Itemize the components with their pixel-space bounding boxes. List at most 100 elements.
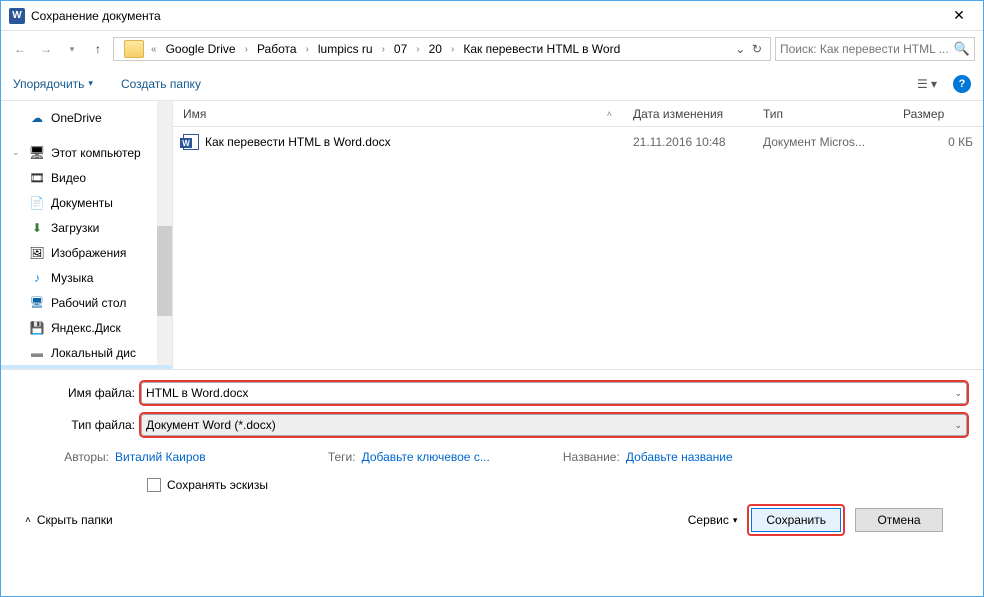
sidebar-item[interactable]: Видео: [1, 165, 172, 190]
sidebar-item[interactable]: Изображения: [1, 240, 172, 265]
folder-icon: [124, 40, 144, 58]
breadcrumb-seg[interactable]: Google Drive: [162, 40, 240, 58]
sidebar-item-label: Загрузки: [51, 221, 99, 235]
column-size[interactable]: Размер: [893, 101, 983, 126]
service-menu[interactable]: Сервис▾: [688, 513, 738, 527]
file-list: Имя˄ Дата изменения Тип Размер Как перев…: [173, 101, 983, 369]
titlebar: W Сохранение документа ✕: [1, 1, 983, 31]
filename-input[interactable]: [146, 386, 950, 400]
sidebar-item[interactable]: Локальный дис: [1, 365, 172, 369]
breadcrumb-bar[interactable]: « Google Drive › Работа › lumpics ru › 0…: [113, 37, 771, 61]
chevron-icon: ›: [413, 44, 422, 55]
yad-icon: [29, 320, 45, 336]
sidebar-item-label: Яндекс.Диск: [51, 321, 121, 335]
docs-icon: [29, 195, 45, 211]
doc-title-label: Название:: [560, 450, 620, 464]
toolbar: Упорядочить▾ Создать папку ☰ ▾ ?: [1, 67, 983, 101]
bottom-form: Имя файла: ⌄ Тип файла: Документ Word (*…: [1, 369, 983, 550]
breadcrumb-seg[interactable]: lumpics ru: [314, 40, 377, 58]
sidebar-item[interactable]: Документы: [1, 190, 172, 215]
img-icon: [29, 245, 45, 261]
search-box[interactable]: 🔍: [775, 37, 975, 61]
filename-field[interactable]: ⌄: [141, 382, 967, 404]
sidebar-item-label: Локальный дис: [51, 346, 136, 360]
dl-icon: [29, 220, 45, 236]
breadcrumb-seg[interactable]: Работа: [253, 40, 301, 58]
organize-button[interactable]: Упорядочить▾: [13, 77, 93, 91]
new-folder-button[interactable]: Создать папку: [121, 77, 201, 91]
up-button[interactable]: ↑: [87, 38, 109, 60]
sidebar-item-label: Музыка: [51, 271, 93, 285]
onedrive-icon: [29, 110, 45, 126]
close-button[interactable]: ✕: [939, 2, 979, 30]
breadcrumb-seg[interactable]: Как перевести HTML в Word: [459, 40, 624, 58]
column-date[interactable]: Дата изменения: [623, 101, 753, 126]
file-date: 21.11.2016 10:48: [623, 135, 753, 149]
hide-folders-button[interactable]: ˄ Скрыть папки: [25, 513, 113, 527]
video-icon: [29, 170, 45, 186]
file-name: Как перевести HTML в Word.docx: [205, 135, 391, 149]
filetype-field[interactable]: Документ Word (*.docx)⌄: [141, 414, 967, 436]
sidebar-item[interactable]: OneDrive: [1, 105, 172, 130]
chevron-icon: ›: [448, 44, 457, 55]
word-app-icon: W: [9, 8, 25, 24]
chevron-icon: ›: [303, 44, 312, 55]
sidebar-item-label: Изображения: [51, 246, 126, 260]
filename-label: Имя файла:: [1, 386, 141, 400]
authors-value[interactable]: Виталий Каиров: [115, 450, 206, 464]
sidebar-item-label: Документы: [51, 196, 113, 210]
music-icon: [29, 270, 45, 286]
pc-icon: [29, 145, 45, 161]
sidebar-item-label: Рабочий стол: [51, 296, 126, 310]
chevron-down-icon[interactable]: ⌄: [950, 388, 962, 399]
chevron-up-icon: ˄: [25, 515, 31, 526]
breadcrumb-seg[interactable]: 20: [425, 40, 446, 58]
column-name[interactable]: Имя˄: [173, 101, 623, 126]
window-title: Сохранение документа: [31, 9, 939, 23]
sidebar-item[interactable]: Локальный дис: [1, 340, 172, 365]
file-size: 0 КБ: [893, 135, 983, 149]
authors-label: Авторы:: [49, 450, 109, 464]
sidebar-item[interactable]: Музыка: [1, 265, 172, 290]
sidebar-item[interactable]: Яндекс.Диск: [1, 315, 172, 340]
help-button[interactable]: ?: [953, 75, 971, 93]
search-icon: 🔍: [954, 41, 970, 57]
chevron-icon: ›: [379, 44, 388, 55]
chevron-down-icon[interactable]: ⌄: [950, 420, 962, 431]
hdd-icon: [29, 345, 45, 361]
tags-value[interactable]: Добавьте ключевое с...: [362, 450, 490, 464]
sidebar-item-label: OneDrive: [51, 111, 102, 125]
column-type[interactable]: Тип: [753, 101, 893, 126]
save-thumbnail-checkbox[interactable]: [147, 478, 161, 492]
file-type: Документ Micros...: [753, 135, 893, 149]
sidebar-item-label: Этот компьютер: [51, 146, 141, 160]
sidebar-item[interactable]: ⌄ Этот компьютер: [1, 140, 172, 165]
breadcrumb-dropdown[interactable]: ⌄ ↻: [731, 42, 766, 56]
tags-label: Теги:: [316, 450, 356, 464]
main-area: OneDrive ⌄ Этот компьютер Видео Документы Заг…: [1, 101, 983, 369]
sidebar-item-label: Видео: [51, 171, 86, 185]
forward-button[interactable]: →: [35, 38, 57, 60]
word-doc-icon: [183, 134, 199, 150]
doc-title-value[interactable]: Добавьте название: [626, 450, 733, 464]
cancel-button[interactable]: Отмена: [855, 508, 943, 532]
chevron-icon: «: [148, 44, 160, 55]
search-input[interactable]: [780, 42, 950, 56]
save-button[interactable]: Сохранить: [751, 508, 841, 532]
save-thumbnail-label[interactable]: Сохранять эскизы: [167, 478, 268, 492]
chevron-icon: ›: [242, 44, 251, 55]
filetype-label: Тип файла:: [1, 418, 141, 432]
desk-icon: [29, 295, 45, 311]
sidebar-item[interactable]: Загрузки: [1, 215, 172, 240]
sidebar-item[interactable]: Рабочий стол: [1, 290, 172, 315]
filetype-value: Документ Word (*.docx): [146, 418, 950, 432]
breadcrumb-seg[interactable]: 07: [390, 40, 411, 58]
file-row[interactable]: Как перевести HTML в Word.docx 21.11.2016…: [173, 129, 983, 155]
sidebar: OneDrive ⌄ Этот компьютер Видео Документы Заг…: [1, 101, 173, 369]
recent-dropdown[interactable]: ▾: [61, 38, 83, 60]
back-button[interactable]: ←: [9, 38, 31, 60]
view-options-button[interactable]: ☰ ▾: [913, 73, 941, 95]
expand-icon[interactable]: ⌄: [12, 147, 20, 158]
navigation-row: ← → ▾ ↑ « Google Drive › Работа › lumpic…: [1, 31, 983, 67]
column-headers: Имя˄ Дата изменения Тип Размер: [173, 101, 983, 127]
